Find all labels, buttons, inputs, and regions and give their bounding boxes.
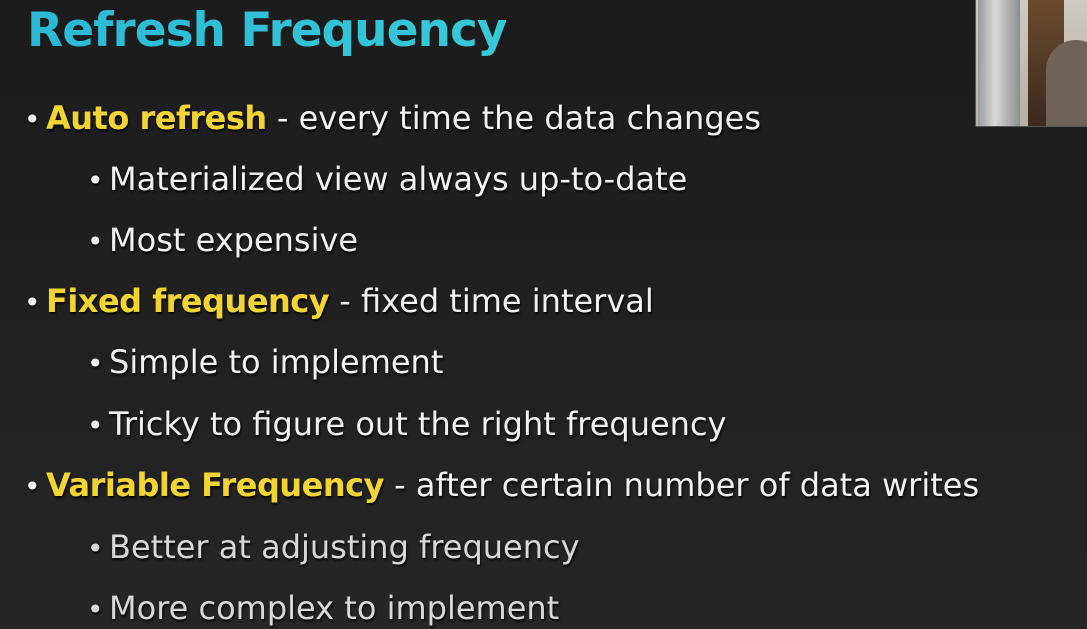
- bullet-dot: •: [87, 409, 104, 442]
- bullet-variable-frequency: • Variable Frequency - after certain numb…: [24, 465, 979, 507]
- webcam-background-fridge: [978, 0, 1020, 126]
- presenter-webcam: [975, 0, 1087, 127]
- sub-bullet: • Most expensive: [87, 220, 358, 262]
- bullet-dot: •: [87, 347, 104, 380]
- bullet-dot: •: [24, 286, 41, 319]
- bullet-description: - after certain number of data writes: [383, 466, 980, 504]
- bullet-auto-refresh: • Auto refresh - every time the data chan…: [24, 98, 761, 140]
- bullet-term: Fixed frequency: [46, 282, 330, 320]
- bullet-description: - fixed time interval: [329, 282, 654, 320]
- sub-bullet: • Simple to implement: [87, 342, 443, 384]
- sub-bullet: • Better at adjusting frequency: [87, 527, 580, 569]
- sub-bullet: • Tricky to figure out the right frequenc…: [87, 404, 726, 446]
- bullet-dot: •: [87, 593, 104, 626]
- bullet-description: - every time the data changes: [266, 99, 761, 137]
- bullet-dot: •: [87, 164, 104, 197]
- sub-bullet: • More complex to implement: [87, 588, 559, 629]
- slide: Refresh Frequency • Auto refresh - every …: [0, 0, 1087, 629]
- sub-bullet-text: Most expensive: [109, 221, 359, 259]
- webcam-presenter: [1046, 40, 1087, 126]
- bullet-dot: •: [24, 103, 41, 136]
- slide-title: Refresh Frequency: [27, 0, 507, 62]
- sub-bullet: • Materialized view always up-to-date: [87, 159, 687, 201]
- bullet-dot: •: [87, 225, 104, 258]
- sub-bullet-text: Materialized view always up-to-date: [109, 160, 688, 198]
- sub-bullet-text: Simple to implement: [109, 343, 444, 381]
- sub-bullet-text: More complex to implement: [109, 589, 560, 627]
- bullet-term: Variable Frequency: [46, 466, 384, 504]
- sub-bullet-text: Better at adjusting frequency: [109, 528, 580, 566]
- bullet-dot: •: [87, 532, 104, 565]
- bullet-dot: •: [24, 470, 41, 503]
- bullet-fixed-frequency: • Fixed frequency - fixed time interval: [24, 281, 654, 323]
- bullet-term: Auto refresh: [46, 99, 267, 137]
- sub-bullet-text: Tricky to figure out the right frequency: [109, 405, 727, 443]
